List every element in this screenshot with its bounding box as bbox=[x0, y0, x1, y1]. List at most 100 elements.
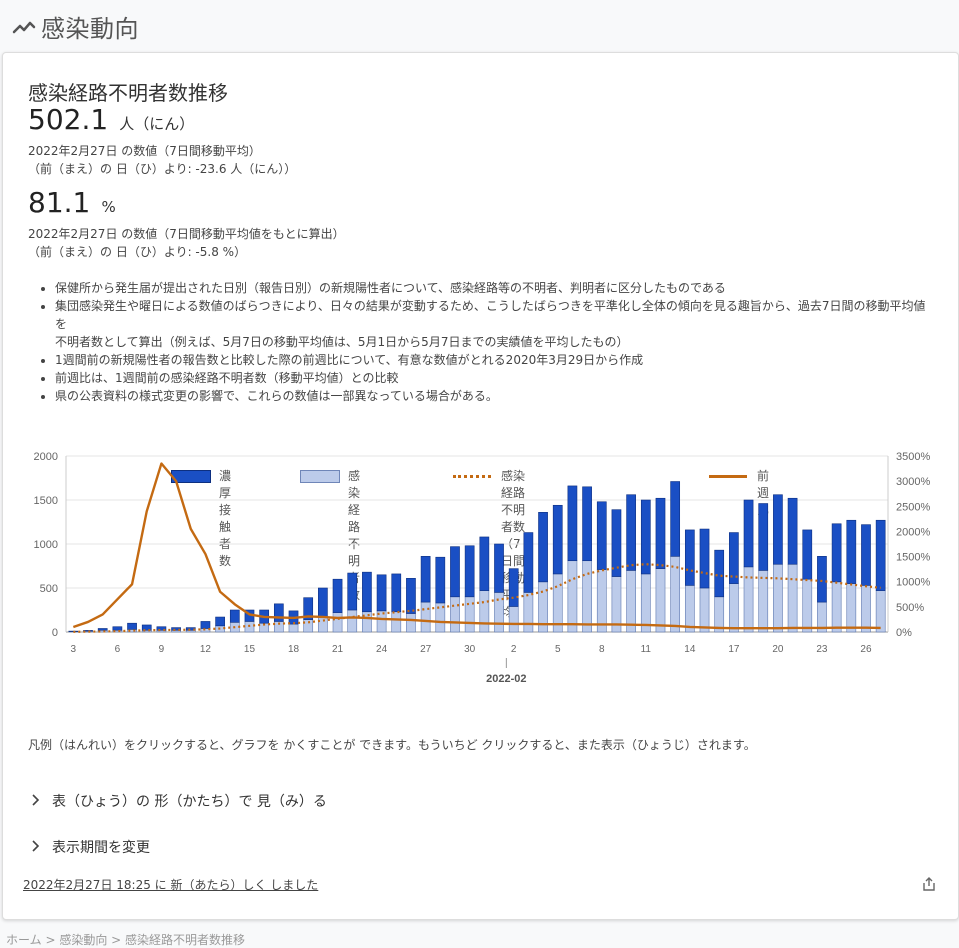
y-right-tick-label: 1000% bbox=[896, 577, 930, 589]
x-axis-label: 2022-02 bbox=[486, 673, 526, 685]
bar-unknown bbox=[568, 561, 577, 632]
ratio-unit: % bbox=[101, 198, 115, 216]
x-tick-label: 9 bbox=[159, 644, 165, 655]
bar-unknown bbox=[803, 579, 812, 632]
bar-known bbox=[641, 500, 650, 574]
main-date: 2022年2月27日 の数値（7日間移動平均） bbox=[28, 142, 261, 159]
legend-hint: 凡例（はんれい）をクリックすると、グラフを かくすことが できます。もういちど … bbox=[28, 736, 756, 753]
x-tick-label: 17 bbox=[728, 644, 740, 655]
card-title: 感染経路不明者数推移 bbox=[28, 77, 228, 106]
y-right-tick-label: 3500% bbox=[896, 451, 930, 463]
bar-known bbox=[773, 495, 782, 565]
bar-known bbox=[128, 623, 137, 629]
bar-known bbox=[274, 604, 283, 622]
y-right-tick-label: 1500% bbox=[896, 552, 930, 564]
bar-known bbox=[847, 520, 856, 583]
bar-known bbox=[421, 556, 430, 602]
expand-period-label: 表示期間を変更 bbox=[52, 837, 150, 857]
note-item: 県の公表資料の様式変更の影響で、これらの数値は一部異なっている場合がある。 bbox=[55, 387, 935, 405]
bar-known bbox=[465, 546, 474, 597]
main-diff: （前（まえ）の 日（ひ）より: -23.6 人（にん）） bbox=[28, 160, 296, 177]
bar-known bbox=[450, 547, 459, 597]
note-item: 前週比は、1週間前の感染経路不明者数（移動平均値）との比較 bbox=[55, 369, 935, 387]
page-title: 感染動向 bbox=[41, 9, 139, 44]
bar-unknown bbox=[861, 585, 870, 632]
x-tick-label: 2 bbox=[511, 644, 517, 655]
main-value: 502.1 bbox=[28, 103, 108, 136]
y-left-tick-label: 500 bbox=[40, 583, 58, 595]
bar-known bbox=[333, 579, 342, 612]
x-tick-label: 12 bbox=[200, 644, 212, 655]
trend-line-icon bbox=[12, 15, 36, 39]
bar-known bbox=[362, 572, 371, 612]
bar-known bbox=[553, 505, 562, 574]
bar-known bbox=[201, 621, 210, 628]
bar-unknown bbox=[671, 556, 680, 632]
chevron-right-icon bbox=[30, 794, 42, 806]
bar-unknown bbox=[627, 570, 636, 632]
x-tick-label: 21 bbox=[332, 644, 344, 655]
x-tick-label: 5 bbox=[555, 644, 561, 655]
bar-known bbox=[715, 550, 724, 597]
bar-known bbox=[539, 512, 548, 582]
note-item: 保健所から発生届が提出された日別（報告日別）の新規陽性者について、感染経路等の不… bbox=[55, 279, 935, 297]
bar-unknown bbox=[773, 564, 782, 632]
bar-known bbox=[759, 504, 768, 571]
share-icon[interactable] bbox=[921, 876, 937, 892]
bar-known bbox=[744, 500, 753, 567]
bar-known bbox=[524, 533, 533, 593]
bar-known bbox=[392, 574, 401, 612]
y-right-tick-label: 0% bbox=[896, 627, 912, 639]
bar-unknown bbox=[685, 585, 694, 632]
bar-known bbox=[216, 617, 225, 626]
note-item: 集団感染発生や曜日による数値のばらつきにより、日々の結果が変動するため、こうした… bbox=[55, 297, 935, 351]
x-tick-label: 18 bbox=[288, 644, 300, 655]
y-left-tick-label: 1000 bbox=[34, 539, 58, 551]
bar-unknown bbox=[392, 612, 401, 632]
bar-unknown bbox=[289, 624, 298, 632]
x-tick-label: 27 bbox=[420, 644, 432, 655]
y-right-tick-label: 500% bbox=[896, 602, 924, 614]
bar-known bbox=[817, 556, 826, 602]
bar-unknown bbox=[406, 614, 415, 632]
bar-known bbox=[832, 524, 841, 582]
bar-unknown bbox=[524, 592, 533, 632]
chart-card: 感染経路不明者数推移 502.1 人（にん） 2022年2月27日 の数値（7日… bbox=[2, 52, 959, 920]
bar-unknown bbox=[421, 602, 430, 632]
bar-unknown bbox=[333, 613, 342, 632]
bar-known bbox=[685, 530, 694, 585]
bar-known bbox=[113, 627, 122, 631]
bar-known bbox=[656, 498, 665, 568]
bar-unknown bbox=[847, 584, 856, 632]
page-header: 感染動向 bbox=[0, 0, 959, 52]
bar-unknown bbox=[348, 610, 357, 632]
bar-known bbox=[597, 502, 606, 570]
bar-known bbox=[612, 510, 621, 577]
ratio-value: 81.1 bbox=[28, 186, 90, 219]
bar-known bbox=[788, 498, 797, 564]
bar-known bbox=[876, 520, 885, 590]
bar-unknown bbox=[656, 569, 665, 632]
x-tick-label: 26 bbox=[860, 644, 872, 655]
bar-unknown bbox=[729, 584, 738, 632]
bar-known bbox=[861, 525, 870, 586]
bar-known bbox=[494, 544, 503, 592]
bar-known bbox=[480, 537, 489, 591]
bar-known bbox=[803, 530, 812, 579]
bar-known bbox=[348, 573, 357, 610]
bar-known bbox=[377, 575, 386, 611]
bar-unknown bbox=[700, 588, 709, 632]
bar-known bbox=[627, 495, 636, 571]
bar-unknown bbox=[450, 597, 459, 632]
y-left-tick-label: 1500 bbox=[34, 495, 58, 507]
notes-list: 保健所から発生届が提出された日別（報告日別）の新規陽性者について、感染経路等の不… bbox=[15, 279, 935, 405]
x-tick-label: 11 bbox=[641, 644, 652, 655]
x-tick-label: 24 bbox=[376, 644, 388, 655]
main-unit: 人（にん） bbox=[119, 115, 194, 133]
bar-unknown bbox=[641, 574, 650, 632]
x-tick-label: 30 bbox=[464, 644, 476, 655]
updated-link[interactable]: 2022年2月27日 18:25 に 新（あたら）しく しました bbox=[23, 876, 318, 893]
bar-unknown bbox=[465, 597, 474, 632]
bar-unknown bbox=[876, 591, 885, 632]
y-right-tick-label: 2000% bbox=[896, 526, 930, 538]
